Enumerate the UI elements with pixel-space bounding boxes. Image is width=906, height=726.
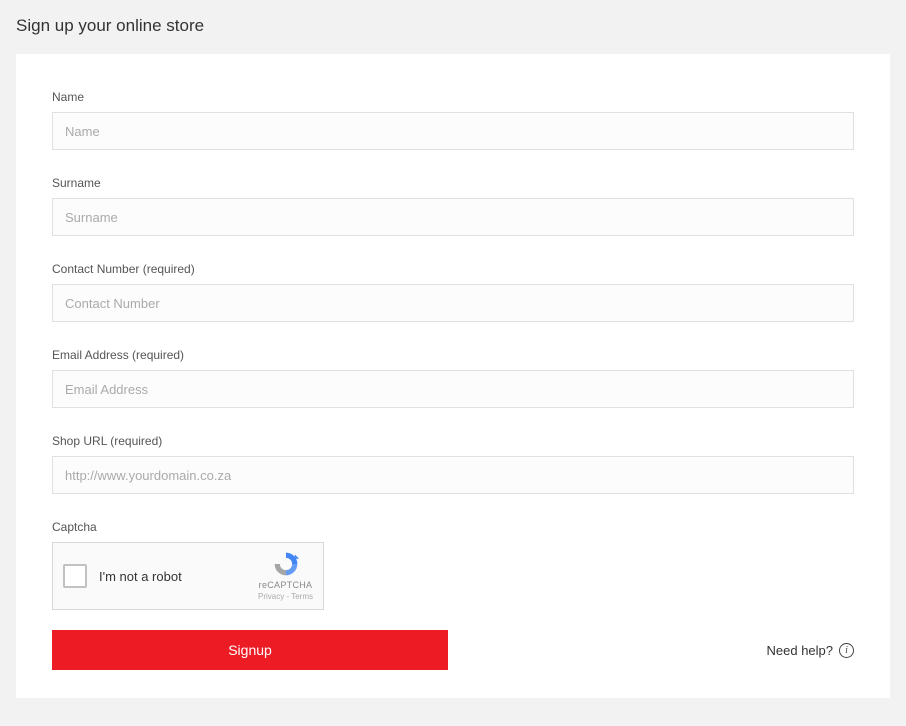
captcha-checkbox[interactable] [63, 564, 87, 588]
email-label: Email Address (required) [52, 348, 854, 362]
shopurl-label: Shop URL (required) [52, 434, 854, 448]
captcha-group: Captcha I'm not a robot reCAPTCHA Privac… [52, 520, 854, 610]
contact-label: Contact Number (required) [52, 262, 854, 276]
form-footer: Signup Need help? i [52, 630, 854, 670]
name-group: Name [52, 90, 854, 150]
shopurl-group: Shop URL (required) [52, 434, 854, 494]
captcha-links: Privacy - Terms [258, 592, 313, 602]
email-input[interactable] [52, 370, 854, 408]
captcha-box: I'm not a robot reCAPTCHA Privacy - Term… [52, 542, 324, 610]
captcha-text: I'm not a robot [99, 569, 258, 584]
surname-input[interactable] [52, 198, 854, 236]
captcha-brand-text: reCAPTCHA [258, 580, 313, 592]
shopurl-input[interactable] [52, 456, 854, 494]
name-label: Name [52, 90, 854, 104]
info-icon: i [839, 643, 854, 658]
recaptcha-icon [271, 550, 301, 578]
surname-label: Surname [52, 176, 854, 190]
help-text: Need help? [767, 643, 834, 658]
help-link[interactable]: Need help? i [767, 643, 855, 658]
surname-group: Surname [52, 176, 854, 236]
contact-input[interactable] [52, 284, 854, 322]
name-input[interactable] [52, 112, 854, 150]
contact-group: Contact Number (required) [52, 262, 854, 322]
captcha-label: Captcha [52, 520, 854, 534]
captcha-branding: reCAPTCHA Privacy - Terms [258, 550, 313, 602]
signup-button[interactable]: Signup [52, 630, 448, 670]
page-title: Sign up your online store [16, 16, 890, 36]
email-group: Email Address (required) [52, 348, 854, 408]
signup-form-card: Name Surname Contact Number (required) E… [16, 54, 890, 698]
